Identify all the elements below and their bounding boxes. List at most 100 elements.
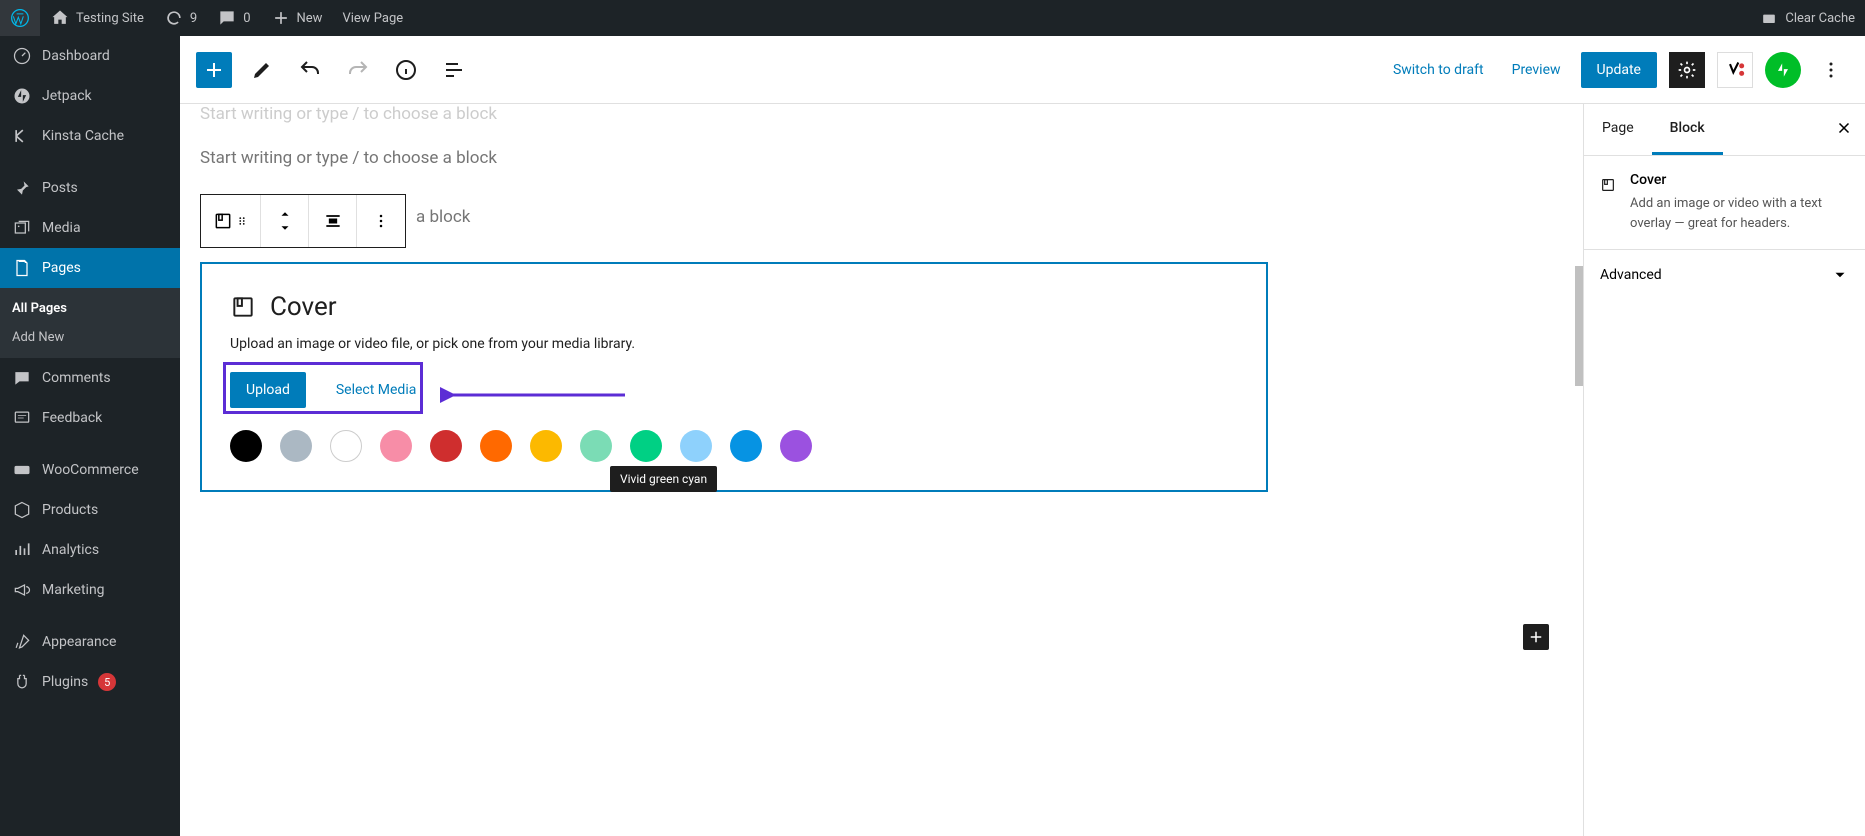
kinsta-icon	[12, 126, 32, 146]
sidebar-item-marketing[interactable]: Marketing	[0, 570, 180, 610]
edit-mode-button[interactable]	[244, 52, 280, 88]
cover-description: Upload an image or video file, or pick o…	[230, 336, 1238, 352]
block-align-button[interactable]	[309, 195, 357, 247]
switch-draft-button[interactable]: Switch to draft	[1385, 54, 1492, 86]
close-sidebar-button[interactable]	[1823, 119, 1865, 141]
swatch-vivid-purple[interactable]	[780, 430, 812, 462]
sidebar-label: Posts	[42, 180, 78, 196]
add-block-fab[interactable]	[1523, 624, 1549, 650]
undo-button[interactable]	[292, 52, 328, 88]
settings-tabs: Page Block	[1584, 104, 1865, 156]
swatch-light-green-cyan[interactable]	[580, 430, 612, 462]
block-type-button[interactable]	[201, 195, 261, 247]
sidebar-sub-all-pages[interactable]: All Pages	[0, 294, 180, 323]
select-media-button[interactable]: Select Media	[320, 372, 433, 408]
sidebar-sub-add-new[interactable]: Add New	[0, 323, 180, 352]
comments-count: 0	[243, 11, 250, 26]
view-page-link[interactable]: View Page	[332, 0, 413, 36]
cover-icon	[213, 211, 233, 231]
sidebar-item-plugins[interactable]: Plugins5	[0, 662, 180, 702]
cover-block[interactable]: Cover Upload an image or video file, or …	[200, 262, 1268, 492]
sidebar-item-media[interactable]: Media	[0, 208, 180, 248]
chevron-up-icon	[278, 207, 292, 221]
block-more-button[interactable]	[357, 195, 405, 247]
refresh-icon	[164, 8, 184, 28]
tab-page[interactable]: Page	[1584, 104, 1652, 155]
analytics-icon	[12, 540, 32, 560]
sidebar-label: WooCommerce	[42, 462, 139, 478]
sidebar-item-kinsta[interactable]: Kinsta Cache	[0, 116, 180, 156]
jetpack-button[interactable]	[1765, 52, 1801, 88]
drag-icon	[235, 214, 249, 228]
info-button[interactable]	[388, 52, 424, 88]
sidebar-item-dashboard[interactable]: Dashboard	[0, 36, 180, 76]
update-button[interactable]: Update	[1581, 52, 1657, 88]
scrollbar[interactable]	[1575, 266, 1583, 386]
sidebar-item-appearance[interactable]: Appearance	[0, 622, 180, 662]
cover-icon	[230, 294, 256, 320]
comments-link[interactable]: 0	[207, 0, 260, 36]
sidebar-item-feedback[interactable]: Feedback	[0, 398, 180, 438]
cache-icon	[1759, 8, 1779, 28]
new-link[interactable]: New	[261, 0, 333, 36]
swatch-black[interactable]	[230, 430, 262, 462]
yoast-icon	[1725, 60, 1745, 80]
advanced-panel-toggle[interactable]: Advanced	[1584, 249, 1865, 300]
sidebar-submenu: All Pages Add New	[0, 288, 180, 358]
jetpack-icon	[12, 86, 32, 106]
block-move-buttons[interactable]	[261, 195, 309, 247]
redo-button[interactable]	[340, 52, 376, 88]
list-icon	[442, 58, 466, 82]
pencil-icon	[250, 58, 274, 82]
dashboard-icon	[12, 46, 32, 66]
clear-cache-label: Clear Cache	[1785, 11, 1855, 26]
swatch-pale-cyan-blue[interactable]	[680, 430, 712, 462]
more-menu-button[interactable]	[1813, 52, 1849, 88]
annotation-arrow	[440, 380, 630, 410]
jetpack-icon	[1773, 60, 1793, 80]
block-name: Cover	[1630, 172, 1849, 188]
tab-block[interactable]: Block	[1652, 104, 1723, 155]
yoast-button[interactable]	[1717, 52, 1753, 88]
sidebar-item-posts[interactable]: Posts	[0, 168, 180, 208]
swatch-red[interactable]	[430, 430, 462, 462]
media-icon	[12, 218, 32, 238]
color-swatches: Vivid green cyan	[230, 430, 1238, 462]
preview-button[interactable]: Preview	[1504, 54, 1569, 86]
upload-button[interactable]: Upload	[230, 372, 306, 408]
swatch-vivid-green-cyan[interactable]	[630, 430, 662, 462]
pin-icon	[12, 178, 32, 198]
editor-canvas[interactable]: Start writing or type / to choose a bloc…	[180, 104, 1583, 836]
products-icon	[12, 500, 32, 520]
sidebar-label: Jetpack	[42, 88, 92, 104]
block-description: Add an image or video with a text overla…	[1630, 194, 1849, 233]
wp-logo[interactable]	[0, 0, 40, 36]
sidebar-item-pages[interactable]: Pages	[0, 248, 180, 288]
sidebar-item-analytics[interactable]: Analytics	[0, 530, 180, 570]
redo-icon	[346, 58, 370, 82]
view-page-label: View Page	[342, 11, 403, 26]
placeholder-text[interactable]: Start writing or type / to choose a bloc…	[200, 142, 1563, 174]
swatch-amber[interactable]	[530, 430, 562, 462]
updates-count: 9	[190, 11, 197, 26]
cover-icon	[1600, 172, 1616, 198]
add-block-button[interactable]	[196, 52, 232, 88]
swatch-orange[interactable]	[480, 430, 512, 462]
swatch-pink[interactable]	[380, 430, 412, 462]
sidebar-item-jetpack[interactable]: Jetpack	[0, 76, 180, 116]
sidebar-item-woocommerce[interactable]: WooCommerce	[0, 450, 180, 490]
site-link[interactable]: Testing Site	[40, 0, 154, 36]
swatch-gray[interactable]	[280, 430, 312, 462]
sidebar-item-comments[interactable]: Comments	[0, 358, 180, 398]
updates-link[interactable]: 9	[154, 0, 207, 36]
sidebar-item-products[interactable]: Products	[0, 490, 180, 530]
settings-button[interactable]	[1669, 52, 1705, 88]
swatch-white[interactable]	[330, 430, 362, 462]
outline-button[interactable]	[436, 52, 472, 88]
clear-cache-link[interactable]: Clear Cache	[1749, 0, 1865, 36]
sidebar-label: Pages	[42, 260, 81, 276]
swatch-vivid-cyan-blue[interactable]	[730, 430, 762, 462]
plus-icon	[1527, 628, 1545, 646]
placeholder-text[interactable]: Start writing or type / to choose a bloc…	[200, 104, 1563, 130]
sidebar-label: Analytics	[42, 542, 99, 558]
